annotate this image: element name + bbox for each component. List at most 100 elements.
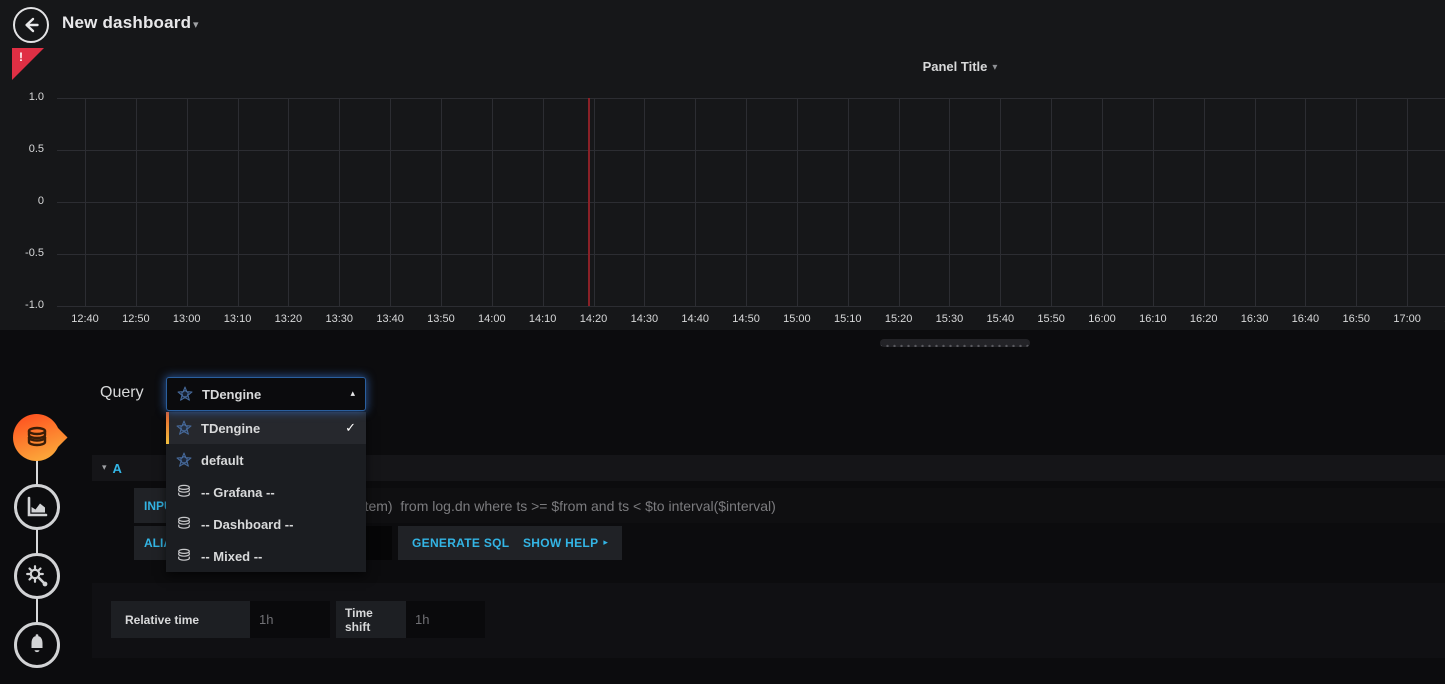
v-gridline: [1051, 98, 1052, 306]
check-icon: ✓: [345, 421, 356, 436]
chevron-up-icon: ▴: [350, 389, 355, 399]
time-shift-label: Time shift: [336, 601, 406, 638]
v-gridline: [136, 98, 137, 306]
v-gridline: [288, 98, 289, 306]
datasource-dropdown-menu: TDengine ✓ default -- Grafana -- -- Dash…: [166, 412, 366, 572]
v-gridline: [797, 98, 798, 306]
v-gridline: [1255, 98, 1256, 306]
h-gridline: [57, 150, 1445, 151]
x-tick-label: 15:20: [877, 313, 921, 325]
x-tick-label: 14:40: [673, 313, 717, 325]
dropdown-item-mixed[interactable]: -- Mixed --: [166, 540, 366, 572]
time-shift-input[interactable]: [406, 601, 485, 638]
tab-alert[interactable]: [14, 622, 60, 668]
x-tick-label: 12:50: [114, 313, 158, 325]
v-gridline: [746, 98, 747, 306]
v-gridline: [1102, 98, 1103, 306]
v-gridline: [543, 98, 544, 306]
relative-time-label: Relative time: [111, 601, 250, 638]
v-gridline: [1000, 98, 1001, 306]
x-tick-label: 13:30: [317, 313, 361, 325]
x-tick-label: 15:40: [978, 313, 1022, 325]
v-gridline: [85, 98, 86, 306]
sql-input[interactable]: [227, 488, 1445, 523]
x-tick-label: 13:50: [419, 313, 463, 325]
v-gridline: [1356, 98, 1357, 306]
panel-resize-handle[interactable]: [880, 339, 1030, 347]
query-ref-letter: A: [113, 461, 122, 476]
v-gridline: [1407, 98, 1408, 306]
h-gridline: [57, 202, 1445, 203]
y-tick-label: -0.5: [6, 247, 44, 259]
y-tick-label: 0.5: [6, 143, 44, 155]
database-icon: [176, 516, 192, 532]
dropdown-item-tdengine[interactable]: TDengine ✓: [166, 412, 366, 444]
dropdown-item-default[interactable]: default: [166, 444, 366, 476]
chart-icon: [25, 495, 49, 519]
v-gridline: [949, 98, 950, 306]
v-gridline: [899, 98, 900, 306]
tdengine-star-icon: [177, 386, 193, 402]
tab-queries[interactable]: [13, 414, 60, 461]
v-gridline: [594, 98, 595, 306]
tdengine-star-icon: [176, 420, 192, 436]
database-icon: [176, 548, 192, 564]
x-tick-label: 13:40: [368, 313, 412, 325]
x-tick-label: 16:40: [1283, 313, 1327, 325]
v-gridline: [1204, 98, 1205, 306]
now-marker-line: [588, 98, 590, 306]
tdengine-star-icon: [176, 452, 192, 468]
x-tick-label: 17:10: [1436, 313, 1445, 325]
datasource-select-value: TDengine: [202, 387, 350, 402]
query-section-label: Query: [100, 384, 144, 402]
dropdown-item-grafana[interactable]: -- Grafana --: [166, 476, 366, 508]
timeseries-chart[interactable]: 1.00.50-0.5-1.012:4012:5013:0013:1013:20…: [0, 0, 1445, 330]
x-tick-label: 16:50: [1334, 313, 1378, 325]
tab-general[interactable]: [14, 553, 60, 599]
x-tick-label: 16:30: [1233, 313, 1277, 325]
grafana-panel-editor: New dashboard ▾ ! Panel Title▾ 1.00.50-0…: [0, 0, 1445, 684]
v-gridline: [492, 98, 493, 306]
y-tick-label: 0: [6, 195, 44, 207]
database-icon: [176, 484, 192, 500]
v-gridline: [1153, 98, 1154, 306]
x-tick-label: 16:20: [1182, 313, 1226, 325]
x-tick-label: 14:00: [470, 313, 514, 325]
h-gridline: [57, 98, 1445, 99]
x-tick-label: 15:30: [927, 313, 971, 325]
x-tick-label: 15:10: [826, 313, 870, 325]
bell-icon: [25, 633, 49, 657]
collapse-caret-icon: ▾: [102, 463, 107, 473]
tab-visualization[interactable]: [14, 484, 60, 530]
x-tick-label: 12:40: [63, 313, 107, 325]
h-gridline: [57, 254, 1445, 255]
relative-time-input[interactable]: [250, 601, 330, 638]
gear-wrench-icon: [24, 563, 50, 589]
show-help-button[interactable]: SHOW HELP▸: [509, 526, 622, 560]
x-tick-label: 13:00: [165, 313, 209, 325]
dashboard-gap: [0, 330, 1445, 356]
v-gridline: [848, 98, 849, 306]
datasource-select[interactable]: TDengine ▴: [166, 377, 366, 411]
panel-region: New dashboard ▾ ! Panel Title▾ 1.00.50-0…: [0, 0, 1445, 330]
v-gridline: [339, 98, 340, 306]
v-gridline: [390, 98, 391, 306]
x-tick-label: 15:50: [1029, 313, 1073, 325]
h-gridline: [57, 306, 1445, 307]
x-tick-label: 17:00: [1385, 313, 1429, 325]
v-gridline: [644, 98, 645, 306]
v-gridline: [441, 98, 442, 306]
dropdown-item-dashboard[interactable]: -- Dashboard --: [166, 508, 366, 540]
x-tick-label: 16:00: [1080, 313, 1124, 325]
y-tick-label: 1.0: [6, 91, 44, 103]
tab-rail-connector: [36, 438, 38, 646]
x-tick-label: 14:20: [572, 313, 616, 325]
caret-right-icon: ▸: [603, 538, 608, 548]
x-tick-label: 16:10: [1131, 313, 1175, 325]
x-tick-label: 13:10: [216, 313, 260, 325]
v-gridline: [695, 98, 696, 306]
x-tick-label: 14:30: [622, 313, 666, 325]
v-gridline: [187, 98, 188, 306]
v-gridline: [238, 98, 239, 306]
x-tick-label: 13:20: [266, 313, 310, 325]
